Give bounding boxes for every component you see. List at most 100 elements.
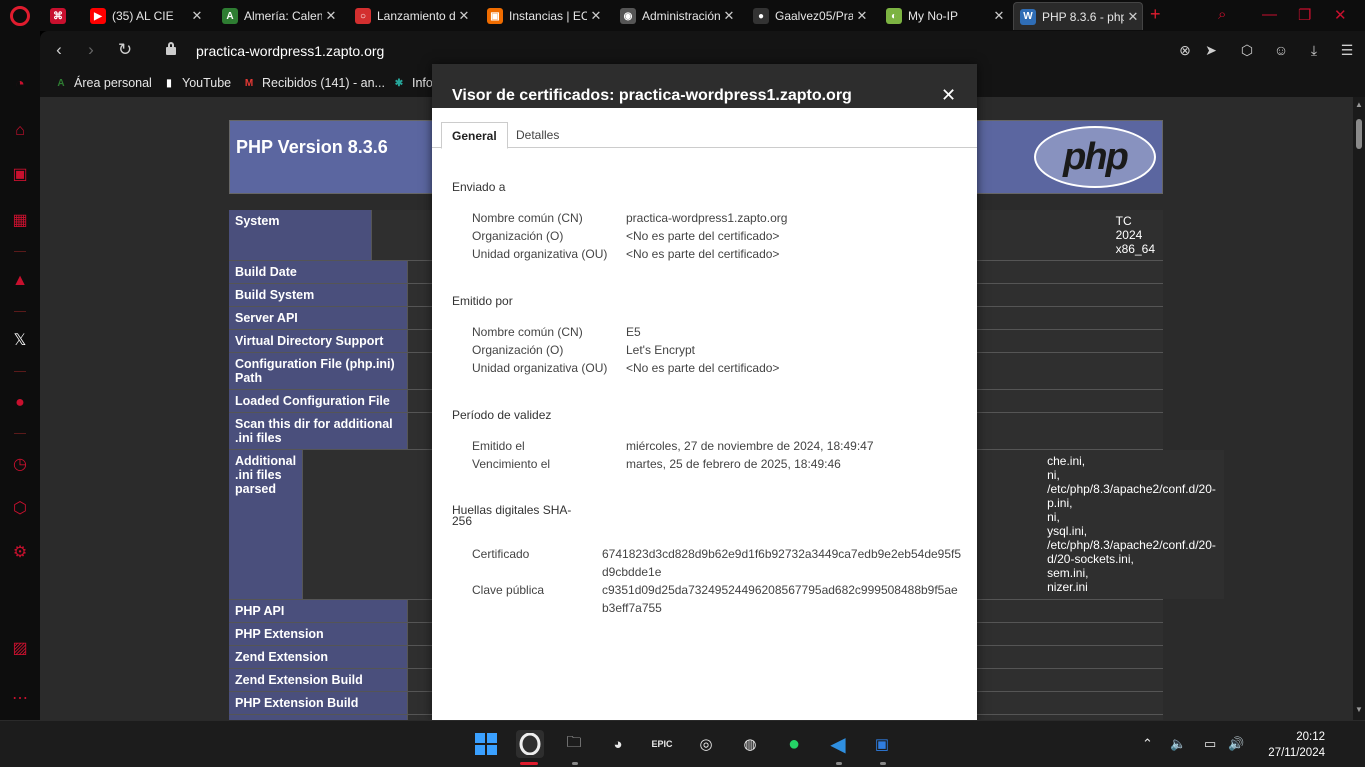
- issued-by-cn-value: E5: [626, 325, 641, 339]
- minimize-button[interactable]: —: [1262, 6, 1277, 23]
- issued-by-o-label: Organización (O): [472, 343, 564, 357]
- opera-taskbar-icon[interactable]: [516, 730, 544, 758]
- bookmark-item[interactable]: ▮ YouTube: [162, 76, 231, 90]
- browser-tab[interactable]: ⌘: [44, 2, 84, 30]
- tab-details[interactable]: Detalles: [506, 122, 569, 149]
- new-tab-button[interactable]: +: [1150, 4, 1161, 25]
- browser-tab[interactable]: W PHP 8.3.6 - php ✕: [1013, 2, 1143, 30]
- system-clock[interactable]: 20:12 27/11/2024: [1268, 729, 1325, 761]
- bookmark-item[interactable]: A Área personal: [54, 76, 151, 90]
- browser-tab[interactable]: A Almería: Calenda✕: [216, 2, 340, 30]
- bookmark-favicon-icon: M: [244, 77, 254, 89]
- issued-to-ou-label: Unidad organizativa (OU): [472, 247, 608, 261]
- workspace-icon[interactable]: ⌂: [10, 121, 30, 141]
- tab-close-icon[interactable]: ✕: [322, 8, 340, 24]
- browser-tab[interactable]: ◐ My No-IP ✕: [880, 2, 1008, 30]
- cube-icon[interactable]: ⬡: [1238, 42, 1256, 59]
- opera-menu-icon[interactable]: [10, 6, 30, 26]
- row-label: PHP API: [229, 600, 408, 622]
- maximize-button[interactable]: ❐: [1298, 6, 1311, 24]
- send-icon[interactable]: ➤: [1202, 42, 1220, 59]
- row-label: Server API: [229, 307, 408, 329]
- spotify-icon[interactable]: ●: [10, 393, 30, 413]
- dialog-title: Visor de certificados: practica-wordpres…: [452, 87, 852, 104]
- tab-close-icon[interactable]: ✕: [990, 8, 1008, 24]
- expires-on-label: Vencimiento el: [472, 457, 551, 471]
- tab-favicon-icon: ●: [753, 8, 769, 24]
- row-label: Loaded Configuration File: [229, 390, 408, 412]
- browser-tab[interactable]: ● Gaalvez05/Prac ✕: [747, 2, 871, 30]
- ini-file-line: /etc/php/8.3/apache2/conf.d/20-: [1047, 482, 1216, 496]
- issued-by-cn-label: Nombre común (CN): [472, 325, 583, 339]
- tab-favicon-icon: ▣: [487, 8, 503, 24]
- row-label: Virtual Directory Support: [229, 330, 408, 352]
- close-window-button[interactable]: ✕: [1334, 6, 1347, 24]
- page-scrollbar[interactable]: ▲ ▼: [1353, 97, 1365, 720]
- aria-icon[interactable]: ▦: [10, 211, 30, 231]
- whatsapp-icon[interactable]: ●: [780, 730, 808, 758]
- close-icon[interactable]: ✕: [941, 85, 956, 106]
- speaker-icon[interactable]: 🔈: [1170, 736, 1186, 752]
- bookmark-label: Info: [412, 76, 433, 90]
- twitch-icon[interactable]: ▣: [10, 165, 30, 185]
- lock-icon[interactable]: [166, 42, 176, 55]
- volume-icon[interactable]: 🔊: [1228, 736, 1244, 752]
- bookmark-item[interactable]: M Recibidos (141) - an...: [242, 76, 385, 90]
- taskbar: 🗀 ◕ EPIC ◎ ◍ ● ◀ ▣ ⌃ 🔈 ▭ 🔊 20:12 27/11/2…: [0, 720, 1365, 767]
- fingerprints-heading: Huellas digitales SHA- 256: [452, 504, 571, 527]
- browser-tab[interactable]: ▶ (35) AL CIE ✕: [84, 2, 206, 30]
- issued-to-o-value: <No es parte del certificado>: [626, 229, 780, 243]
- speed-dial-icon[interactable]: ◔: [10, 75, 30, 95]
- scrollbar-thumb[interactable]: [1356, 119, 1362, 149]
- history-icon[interactable]: ◷: [10, 455, 30, 475]
- wallpaper-icon[interactable]: ▨: [10, 639, 30, 659]
- forward-button[interactable]: ›: [80, 40, 102, 60]
- tab-close-icon[interactable]: ✕: [853, 8, 871, 24]
- issued-on-label: Emitido el: [472, 439, 525, 453]
- back-button[interactable]: ‹: [48, 40, 70, 60]
- url-field[interactable]: practica-wordpress1.zapto.org: [196, 43, 384, 59]
- display-icon[interactable]: ▭: [1204, 736, 1216, 752]
- search-tabs-icon[interactable]: ⌕: [1218, 6, 1226, 23]
- tracker-blocker-icon[interactable]: ⊗: [1176, 42, 1194, 59]
- tab-strip: ⌘▶(35) AL CIE✕ AAlmería: Calenda✕ ○Lanzami…: [0, 0, 1365, 31]
- tab-close-icon[interactable]: ✕: [720, 8, 738, 24]
- tab-close-icon[interactable]: ✕: [587, 8, 605, 24]
- validity-heading: Período de validez: [452, 408, 552, 422]
- download-icon[interactable]: ⤓: [1305, 42, 1323, 59]
- bookmark-item[interactable]: ✱ Info: [392, 76, 433, 90]
- tray-overflow-icon[interactable]: ⌃: [1142, 736, 1153, 752]
- app-a-icon[interactable]: ▲: [10, 271, 30, 291]
- browser-tab[interactable]: ○ Lanzamiento d ✕: [349, 2, 473, 30]
- more-icon[interactable]: ⋯: [10, 689, 30, 709]
- reload-button[interactable]: ↻: [114, 40, 136, 60]
- clock-time: 20:12: [1296, 731, 1325, 743]
- discord-icon[interactable]: ◕: [604, 730, 632, 758]
- tab-general[interactable]: General: [441, 122, 508, 149]
- tab-title: Gaalvez05/Prac: [775, 9, 853, 23]
- tab-close-icon[interactable]: ✕: [188, 8, 206, 24]
- easy-setup-icon[interactable]: ☰: [1338, 42, 1356, 59]
- epic-games-icon[interactable]: EPIC: [648, 730, 676, 758]
- extensions-icon[interactable]: ⬡: [10, 499, 30, 519]
- tab-close-icon[interactable]: ✕: [455, 8, 473, 24]
- browser-tab[interactable]: ▣ Instancias | EC2✕: [481, 2, 605, 30]
- settings-icon[interactable]: ⚙: [10, 543, 30, 563]
- file-explorer-icon[interactable]: 🗀: [560, 730, 588, 758]
- x-twitter-icon[interactable]: 𝕏: [10, 331, 30, 351]
- php-logo: php: [1034, 126, 1156, 188]
- browser-tab[interactable]: ◉ Administración ✕: [614, 2, 738, 30]
- ini-file-line: p.ini,: [1047, 496, 1073, 510]
- steam-icon[interactable]: ◎: [692, 730, 720, 758]
- app-icon[interactable]: ◍: [736, 730, 764, 758]
- issued-to-cn-value: practica-wordpress1.zapto.org: [626, 211, 788, 225]
- remote-desktop-icon[interactable]: ▣: [868, 730, 896, 758]
- certificate-viewer-dialog: Visor de certificados: practica-wordpres…: [432, 64, 977, 720]
- windows-start-icon[interactable]: [472, 730, 500, 758]
- tab-title: PHP 8.3.6 - php: [1042, 9, 1124, 24]
- tab-close-icon[interactable]: ✕: [1124, 9, 1142, 25]
- issued-by-ou-label: Unidad organizativa (OU): [472, 361, 608, 375]
- account-icon[interactable]: ☺: [1272, 42, 1290, 58]
- tab-favicon-icon: ◐: [886, 8, 902, 24]
- vscode-icon[interactable]: ◀: [824, 730, 852, 758]
